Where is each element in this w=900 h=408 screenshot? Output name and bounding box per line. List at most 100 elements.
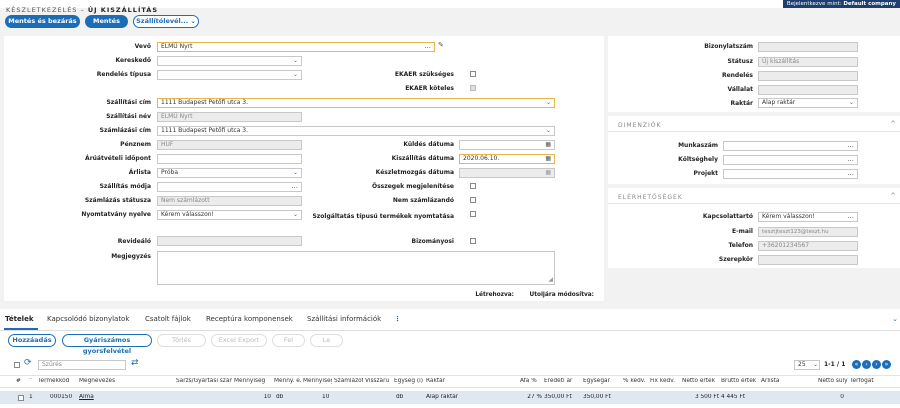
move-down-button[interactable]: Le — [310, 334, 343, 347]
munkaszam-input[interactable]: ... — [723, 141, 858, 151]
vevo-input[interactable]: ELMŰ Nyrt... — [157, 42, 435, 52]
kereskedo-select[interactable]: ⌄ — [157, 56, 302, 66]
filter-input[interactable]: Szűrés — [38, 360, 126, 370]
osszegek-checkbox[interactable] — [470, 183, 476, 189]
tab-csatolt[interactable]: Csatolt fájlok — [145, 315, 191, 323]
col-header[interactable]: Megnevezés — [79, 378, 174, 384]
projekt-input[interactable]: ... — [723, 169, 858, 179]
col-header[interactable]: Termékkód — [38, 378, 76, 384]
delete-button[interactable]: Törlés — [157, 334, 206, 347]
col-header[interactable]: Egység (i) — [394, 378, 424, 384]
col-header[interactable]: Fix kedv. — [650, 378, 680, 384]
logged-in-user[interactable]: Default company — [843, 1, 896, 7]
chevron-up-icon[interactable]: ^ — [890, 192, 896, 200]
tab-szallitasi-info[interactable]: Szállítási információk — [307, 315, 381, 323]
col-header[interactable]: Nettó súly — [818, 378, 848, 384]
nem-szamlazando-checkbox[interactable] — [470, 197, 476, 203]
col-header[interactable]: Mennyiség — [234, 378, 271, 384]
add-button[interactable]: Hozzáadás — [8, 334, 56, 347]
szallitasi-cim-select[interactable]: 1111 Budapest Petőfi utca 3. ⌄ — [157, 98, 555, 108]
excel-export-button[interactable]: Excel Export — [211, 334, 267, 347]
ekaer-szukseges-checkbox[interactable] — [470, 71, 476, 77]
chevron-down-icon[interactable]: ⌄ — [892, 315, 898, 323]
refresh-icon[interactable]: ⟳ — [24, 358, 32, 368]
kiszallitas-datuma-input[interactable]: 2020.06.10. ▦ — [459, 154, 555, 164]
col-header[interactable]: Mennyiség — [303, 378, 332, 384]
sort-icon[interactable]: ^ — [28, 378, 34, 384]
col-header[interactable]: Számlázott — [334, 378, 363, 384]
last-page-icon[interactable]: » — [882, 360, 891, 369]
col-header[interactable]: Bruttó érték — [721, 378, 759, 384]
kuldes-datuma-input[interactable]: ▦ — [459, 140, 555, 150]
szolgaltatas-checkbox[interactable] — [470, 211, 476, 217]
arlista-select[interactable]: Próba ⌄ — [157, 168, 302, 178]
col-header[interactable]: Egységár — [583, 378, 621, 384]
product-name[interactable]: Alma — [79, 394, 94, 400]
breadcrumb-parent[interactable]: KÉSZLETKEZELÉS – — [6, 6, 85, 14]
delivery-note-button[interactable]: Szállítólevél... ⌄ — [133, 15, 199, 28]
page-size-select[interactable]: 25 ⌄ — [794, 360, 820, 370]
chevron-down-icon: ⌄ — [545, 127, 551, 134]
ellipsis-icon[interactable]: ... — [847, 155, 854, 163]
divider — [608, 131, 900, 132]
move-up-button[interactable]: Fel — [272, 334, 305, 347]
next-page-icon[interactable]: › — [872, 360, 881, 369]
szallitasi-cim-label: Szállítási cím — [106, 99, 151, 106]
ellipsis-icon[interactable]: ... — [424, 42, 431, 50]
swap-icon[interactable]: ⇄ — [131, 358, 139, 368]
col-header[interactable]: Árlista — [761, 378, 813, 384]
prev-page-icon[interactable]: ‹ — [862, 360, 871, 369]
ellipsis-icon[interactable]: ... — [847, 212, 854, 220]
rendeles-tipusa-select[interactable]: ⌄ — [157, 70, 302, 80]
calendar-icon[interactable]: ▦ — [545, 155, 551, 163]
statusz-input: Új kiszállítás — [758, 57, 858, 67]
raktar-value: Alap raktár — [762, 99, 796, 106]
koltseghely-input[interactable]: ... — [723, 155, 858, 165]
calendar-icon: ▦ — [545, 169, 551, 176]
nyomtatvany-select[interactable]: Kérem válasszon! ⌄ — [157, 210, 302, 220]
more-vertical-icon[interactable]: ⋮ — [394, 315, 401, 323]
ellipsis-icon[interactable]: ... — [847, 169, 854, 177]
col-header[interactable]: # — [16, 378, 24, 384]
col-header[interactable]: Menny. e. — [274, 378, 301, 384]
serial-quick-add-button[interactable]: Gyáriszámos gyorsfelvétel — [62, 334, 152, 355]
nyomtatvany-value: Kérem válasszon! — [161, 211, 214, 218]
keszletmozgas-label: Készletmozgás dátuma — [375, 169, 454, 176]
kapcsolattarto-input[interactable]: Kérem válasszon!... — [758, 212, 858, 222]
ellipsis-icon[interactable]: ... — [847, 141, 854, 149]
save-button[interactable]: Mentés — [85, 15, 128, 28]
aruatveteli-input[interactable] — [157, 154, 302, 164]
col-header[interactable]: Térfogat — [850, 378, 890, 384]
col-header[interactable]: Nettó érték — [682, 378, 719, 384]
tab-kapcsolodo[interactable]: Kapcsolódó bizonylatok — [47, 315, 129, 323]
col-header[interactable]: % kedv. — [623, 378, 648, 384]
product-code: 000150 — [50, 394, 73, 400]
save-close-button[interactable]: Mentés és bezárás — [5, 15, 80, 28]
quantity[interactable]: 10 — [234, 394, 271, 400]
chevron-up-icon[interactable]: ^ — [890, 120, 896, 128]
projekt-label: Projekt — [693, 170, 718, 177]
chevron-down-icon: ⌄ — [292, 71, 298, 78]
net-weight: 0 — [840, 394, 844, 400]
resize-handle-icon[interactable]: ◢ — [548, 276, 553, 284]
bizomanyosi-checkbox[interactable] — [470, 238, 476, 244]
szamlazasi-cim-select[interactable]: 1111 Budapest Petőfi utca 3. ⌄ — [157, 126, 555, 136]
tab-receptura[interactable]: Receptúra komponensek — [206, 315, 293, 323]
filter-placeholder: Szűrés — [42, 361, 62, 368]
col-header[interactable]: Sarzs/Gyártási szám — [176, 378, 232, 384]
first-page-icon[interactable]: « — [852, 360, 861, 369]
megjegyzes-textarea[interactable]: ◢ — [157, 251, 555, 285]
statusz-value: Új kiszállítás — [762, 58, 800, 65]
tab-tetelek[interactable]: Tételek — [5, 315, 34, 323]
col-header[interactable]: Áfa % — [520, 378, 542, 384]
ellipsis-icon[interactable]: ... — [291, 182, 298, 190]
calendar-icon[interactable]: ▦ — [545, 141, 551, 149]
szallitas-modja-input[interactable]: ... — [157, 182, 302, 192]
raktar-select[interactable]: Alap raktár ⌄ — [758, 98, 858, 108]
select-all-checkbox[interactable] — [14, 362, 20, 368]
col-header[interactable]: Visszárú — [365, 378, 392, 384]
col-header[interactable]: Eredeti ár — [544, 378, 581, 384]
row-checkbox[interactable] — [18, 395, 24, 401]
edit-icon[interactable]: ✎ — [438, 41, 444, 49]
col-header[interactable]: Raktár — [426, 378, 516, 384]
